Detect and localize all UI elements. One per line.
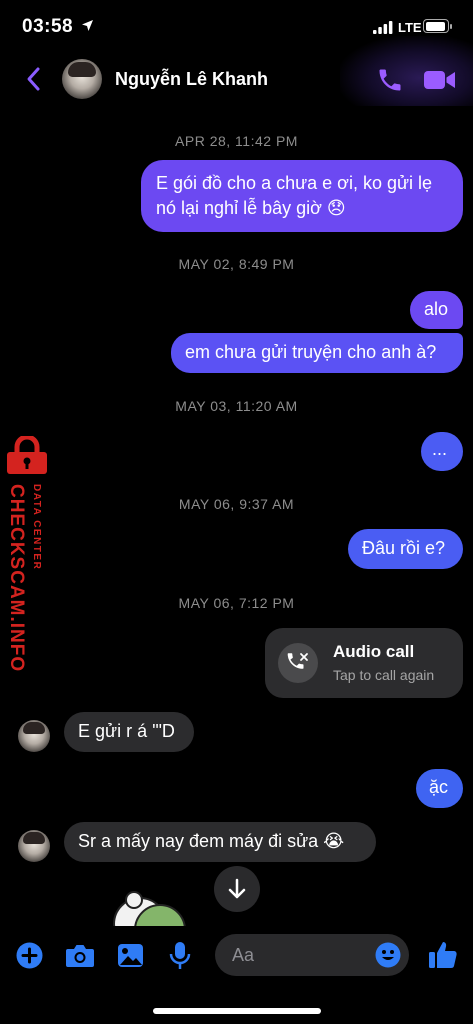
thumbs-up-icon[interactable] <box>428 940 458 970</box>
missed-call-icon <box>278 643 318 683</box>
avatar[interactable] <box>62 59 102 99</box>
message-text: em chưa gửi truyện cho anh à? <box>185 342 437 362</box>
network-label: LTE <box>398 20 422 35</box>
watermark-text: CHECKSCAM.INFO <box>6 484 27 673</box>
image-icon[interactable] <box>117 943 144 968</box>
message-text: ... <box>432 439 448 459</box>
timestamp: APR 28, 11:42 PM <box>175 133 298 149</box>
watermark: CHECKSCAM.INFO DATA CENTER <box>3 436 53 672</box>
battery-icon <box>423 19 452 33</box>
message-text: E gói đồ cho a chưa e ơi, ko gửi lẹ <box>156 173 433 193</box>
location-arrow-icon <box>82 20 93 31</box>
message-text: nó lại nghỉ lễ bây giờ 😞 <box>156 198 346 218</box>
contact-name[interactable]: Nguyễn Lê Khanh <box>115 69 268 90</box>
arrow-down-icon <box>228 878 246 899</box>
back-chevron-icon[interactable] <box>22 64 46 94</box>
avatar[interactable] <box>18 830 50 862</box>
message-text: Đâu rồi e? <box>362 538 446 558</box>
call-subtitle: Tap to call again <box>333 667 435 683</box>
audio-call-card[interactable]: Audio call Tap to call again <box>265 628 463 698</box>
status-time: 03:58 <box>22 16 74 37</box>
chat-header: Nguyễn Lê Khanh <box>0 36 473 106</box>
avatar[interactable] <box>18 720 50 752</box>
outgoing-message[interactable]: em chưa gửi truyện cho anh à? <box>171 333 463 373</box>
microphone-icon[interactable] <box>169 941 191 971</box>
watermark-subtext: DATA CENTER <box>31 484 42 571</box>
signal-icon <box>373 21 393 34</box>
home-indicator <box>153 1008 321 1014</box>
message-text: E gửi r á '"D <box>78 721 175 741</box>
camera-icon[interactable] <box>65 943 95 968</box>
message-text: alo <box>424 299 449 319</box>
outgoing-message[interactable]: ... <box>421 432 463 471</box>
message-composer[interactable] <box>215 934 409 976</box>
lock-icon <box>7 436 47 474</box>
message-text: Sr a mấy nay đem máy đi sửa 😭 <box>78 831 345 851</box>
scroll-down-button[interactable] <box>214 866 260 912</box>
message-text: ặc <box>429 777 449 797</box>
video-icon[interactable] <box>424 69 456 91</box>
outgoing-message[interactable]: ặc <box>416 769 463 808</box>
timestamp: MAY 06, 9:37 AM <box>178 496 295 512</box>
timestamp: MAY 02, 8:49 PM <box>178 256 295 272</box>
emoji-icon[interactable] <box>375 942 401 968</box>
phone-icon[interactable] <box>376 66 404 94</box>
outgoing-message[interactable]: alo <box>410 291 463 329</box>
call-title: Audio call <box>333 642 415 661</box>
timestamp: MAY 06, 7:12 PM <box>178 595 295 611</box>
plus-icon[interactable] <box>16 942 43 969</box>
outgoing-message[interactable]: E gói đồ cho a chưa e ơi, ko gửi lẹ nó l… <box>141 160 463 232</box>
incoming-message[interactable]: Sr a mấy nay đem máy đi sửa 😭 <box>64 822 376 862</box>
timestamp: MAY 03, 11:20 AM <box>175 398 298 414</box>
incoming-message[interactable]: E gửi r á '"D <box>64 712 194 752</box>
message-input[interactable] <box>232 934 362 976</box>
outgoing-message[interactable]: Đâu rồi e? <box>348 529 463 569</box>
